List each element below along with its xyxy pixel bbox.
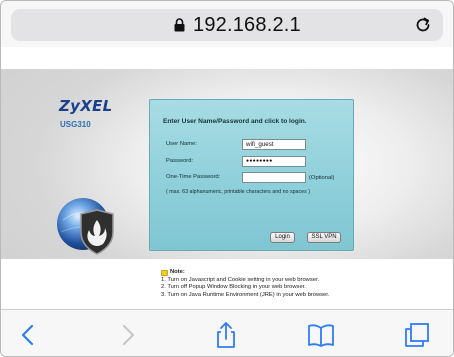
model-name: USG310	[60, 120, 91, 129]
optional-label: (Optional)	[309, 175, 335, 181]
back-icon[interactable]	[15, 321, 43, 349]
bookmarks-icon[interactable]	[307, 321, 335, 349]
brand-logo: ZyXEL	[59, 97, 113, 115]
browser-toolbar	[1, 309, 453, 356]
page-top-band	[1, 47, 453, 69]
note-heading: Note:	[161, 269, 330, 277]
lock-icon	[174, 18, 185, 32]
browser-top-bar: 192.168.2.1	[1, 1, 453, 47]
note-icon	[161, 269, 168, 276]
url-text[interactable]: 192.168.2.1	[193, 14, 301, 37]
note-title: Note:	[170, 269, 185, 275]
share-icon[interactable]	[212, 321, 240, 349]
address-bar[interactable]: 192.168.2.1	[11, 9, 443, 41]
forward-icon[interactable]	[113, 321, 141, 349]
security-globe-icon	[57, 198, 114, 255]
ssl-vpn-button[interactable]: SSL VPN	[307, 232, 341, 243]
browser-note: Note: 1. Turn on Javascript and Cookie s…	[161, 269, 330, 299]
note-item: 3. Turn on Java Runtime Environment (JRE…	[161, 291, 330, 298]
password-field[interactable]: ●●●●●●●●	[242, 156, 306, 167]
reload-icon[interactable]	[413, 15, 433, 35]
login-title: Enter User Name/Password and click to lo…	[163, 118, 307, 125]
login-button[interactable]: Login	[270, 232, 295, 243]
otp-field[interactable]	[242, 172, 306, 183]
note-item: 2. Turn off Popup Window Blocking in you…	[161, 284, 306, 291]
password-hint: ( max. 63 alphanumeric, printable charac…	[166, 189, 310, 195]
password-label: Password:	[166, 158, 194, 164]
device-frame: 192.168.2.1 ZyXEL USG310 Enter User Name…	[0, 0, 454, 357]
web-content: ZyXEL USG310 Enter User Name/Password an…	[1, 47, 453, 309]
tabs-icon[interactable]	[403, 321, 431, 349]
note-item: 1. Turn on Javascript and Cookie setting…	[161, 276, 320, 283]
login-panel: Enter User Name/Password and click to lo…	[149, 99, 354, 251]
username-field[interactable]: wifi_guest	[242, 139, 306, 150]
username-label: User Name:	[166, 141, 197, 147]
otp-label: One-Time Password:	[166, 174, 221, 180]
